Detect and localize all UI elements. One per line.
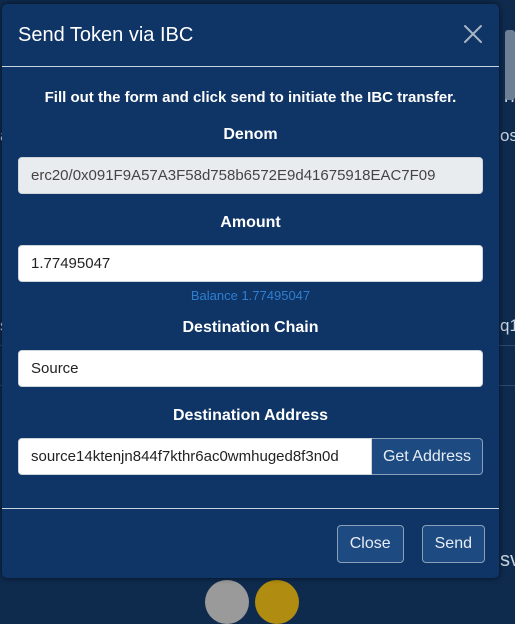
destination-chain-field[interactable] — [18, 350, 483, 387]
close-icon[interactable] — [461, 22, 485, 46]
destination-address-group: Get Address — [18, 438, 483, 475]
amount-label: Amount — [220, 214, 281, 231]
denom-label: Denom — [223, 126, 278, 143]
send-button[interactable]: Send — [421, 524, 485, 563]
get-address-button[interactable]: Get Address — [371, 438, 483, 475]
avatar — [255, 580, 299, 624]
intro-text: Fill out the form and click send to init… — [44, 89, 457, 106]
denom-field[interactable] — [18, 157, 483, 194]
destination-chain-label: Destination Chain — [182, 319, 319, 336]
amount-field[interactable] — [18, 245, 483, 282]
destination-address-field[interactable] — [18, 438, 372, 475]
balance-text[interactable]: Balance 1.77495047 — [18, 288, 483, 303]
modal-footer: Close Send — [2, 508, 499, 578]
avatar — [205, 580, 249, 624]
modal-title: Send Token via IBC — [18, 23, 194, 46]
modal-body: Fill out the form and click send to init… — [2, 67, 499, 475]
modal-header: Send Token via IBC — [2, 4, 499, 67]
background-text: q1 — [500, 316, 515, 335]
destination-address-label: Destination Address — [173, 407, 328, 424]
background-text: sv — [500, 549, 515, 571]
close-button[interactable]: Close — [336, 524, 404, 563]
send-token-modal: Send Token via IBC Fill out the form and… — [2, 4, 499, 578]
background-scrollbar — [505, 30, 515, 100]
background-text: os — [500, 126, 515, 145]
